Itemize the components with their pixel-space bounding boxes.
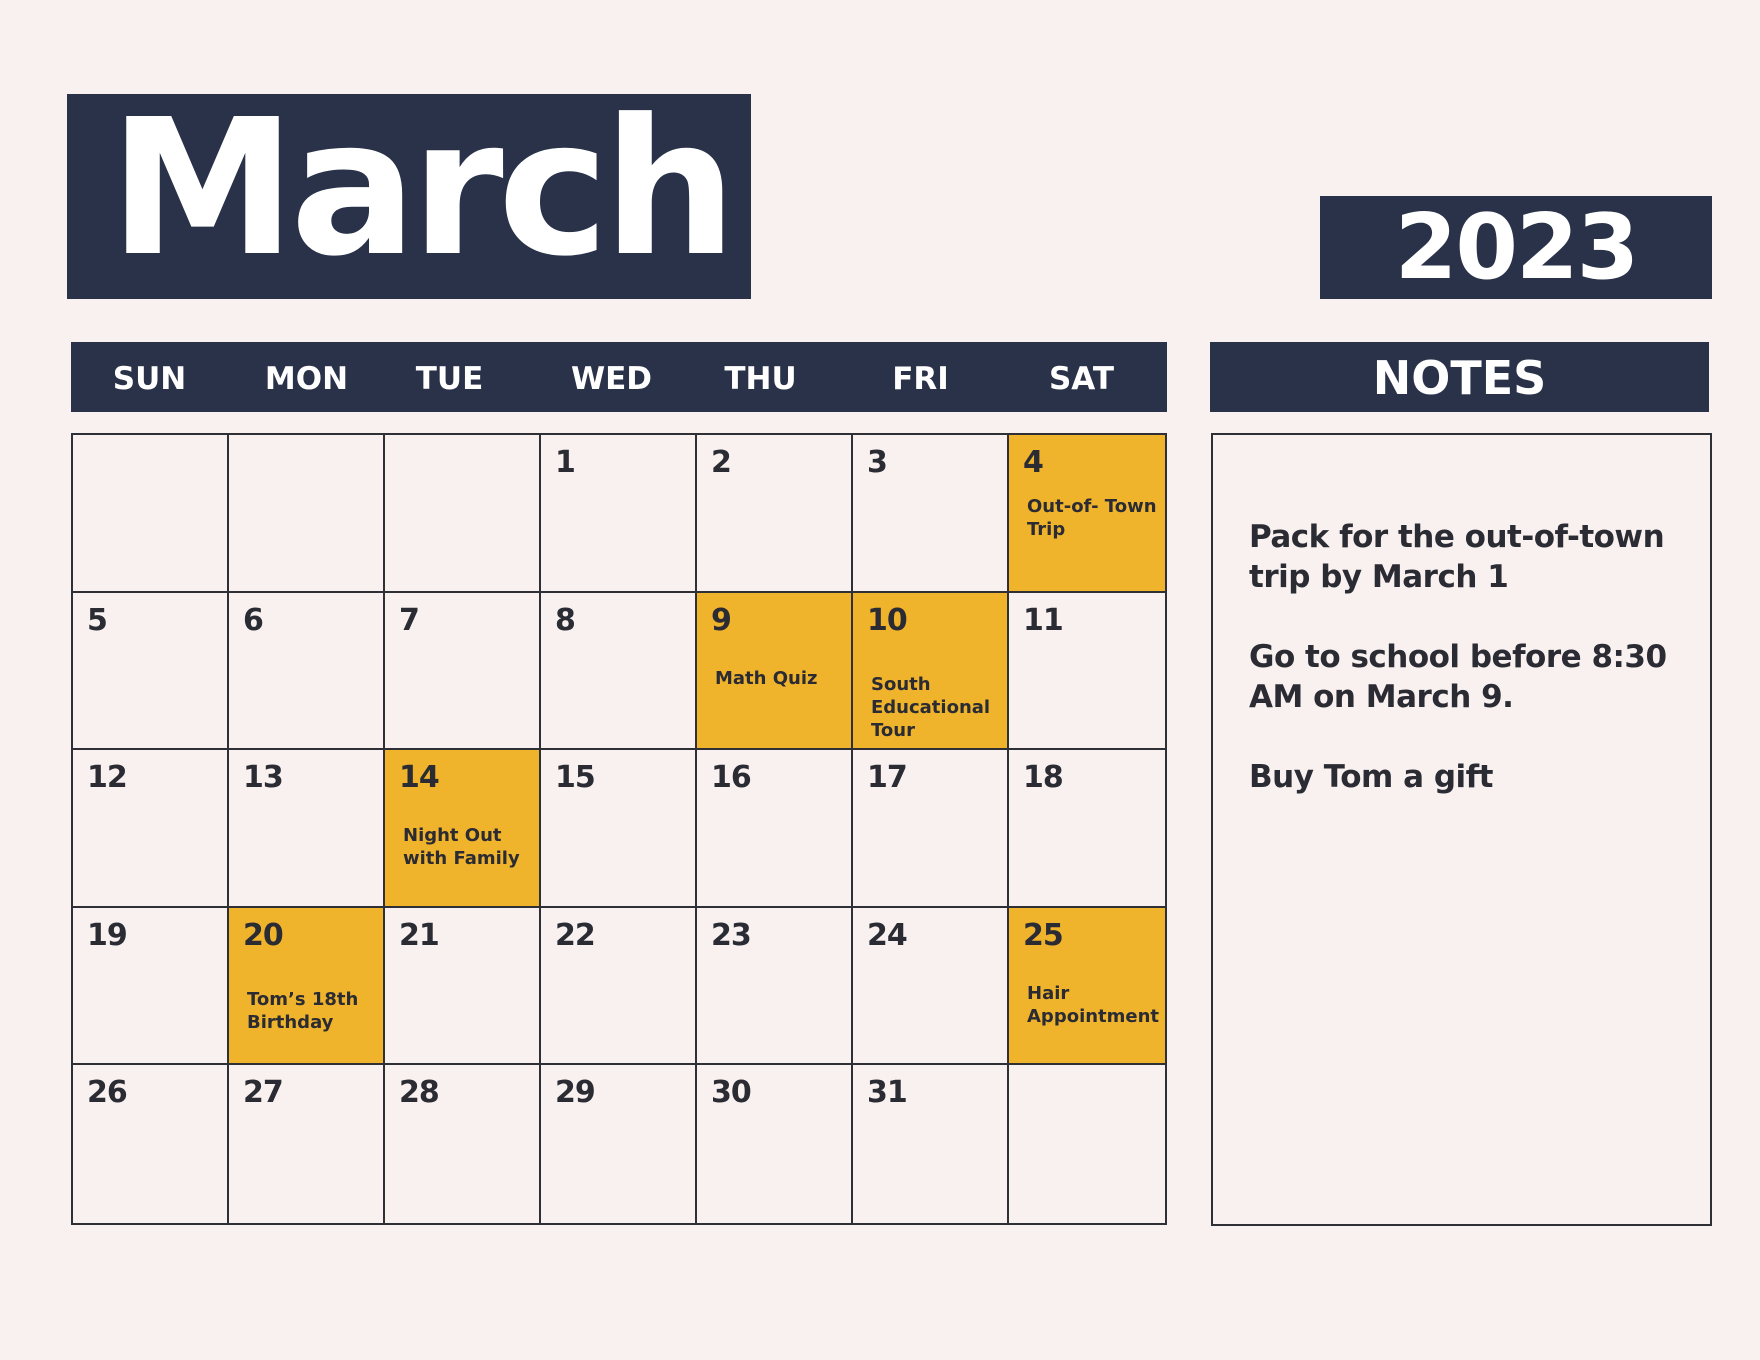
- day-cell-9[interactable]: 9 Math Quiz: [697, 592, 853, 751]
- day-number: 30: [711, 1075, 752, 1111]
- event-label: Math Quiz: [715, 667, 818, 689]
- day-cell-12[interactable]: 12: [73, 750, 229, 908]
- day-cell-23[interactable]: 23: [697, 907, 853, 1066]
- year-title: 2023: [1394, 195, 1639, 300]
- event-label: Tom’s 18th Birthday: [247, 988, 359, 1033]
- note-item: Buy Tom a gift: [1249, 759, 1493, 795]
- day-number: 21: [399, 917, 440, 953]
- day-number: 16: [711, 760, 752, 796]
- day-cell-3[interactable]: 3: [853, 435, 1009, 593]
- day-number: 18: [1023, 760, 1064, 796]
- empty-day-cell[interactable]: [385, 435, 541, 593]
- month-title-box: March: [67, 86, 751, 299]
- day-cell-20[interactable]: 20 Tom’s 18th Birthday: [229, 907, 385, 1066]
- day-cell-16[interactable]: 16: [697, 750, 853, 908]
- weekday-sun: SUN: [112, 361, 187, 397]
- notes-header: NOTES: [1210, 342, 1709, 412]
- day-cell-2[interactable]: 2: [697, 435, 853, 593]
- day-number: 6: [243, 602, 264, 638]
- day-number: 31: [867, 1075, 908, 1111]
- day-number: 14: [399, 760, 440, 796]
- weekday-thu: THU: [724, 361, 797, 397]
- day-cell-21[interactable]: 21: [385, 907, 541, 1066]
- day-number: 25: [1023, 917, 1064, 953]
- empty-day-cell[interactable]: [1009, 1065, 1165, 1223]
- notes-box: Pack for the out-of-town trip by March 1…: [1211, 433, 1712, 1226]
- day-cell-25[interactable]: 25 Hair Appointment: [1009, 907, 1165, 1066]
- day-number: 13: [243, 760, 284, 796]
- day-number: 8: [555, 602, 576, 638]
- event-label: Night Out with Family: [403, 825, 520, 870]
- day-cell-6[interactable]: 6: [229, 592, 385, 751]
- day-cell-4[interactable]: 4 Out-of- Town Trip: [1009, 435, 1165, 593]
- empty-day-cell[interactable]: [73, 435, 229, 593]
- day-cell-18[interactable]: 18: [1009, 750, 1165, 908]
- day-number: 26: [87, 1075, 128, 1111]
- day-cell-22[interactable]: 22: [541, 907, 697, 1066]
- weekday-wed: WED: [570, 361, 653, 397]
- day-number: 3: [867, 445, 888, 480]
- day-cell-29[interactable]: 29: [541, 1065, 697, 1223]
- day-cell-11[interactable]: 11: [1009, 593, 1165, 751]
- day-cell-10[interactable]: 10 South Educational Tour: [853, 592, 1009, 751]
- day-number: 15: [555, 760, 596, 796]
- weekday-header: SUN MON TUE WED THU FRI SAT: [71, 342, 1167, 412]
- year-title-box: 2023: [1320, 196, 1712, 299]
- day-number: 22: [555, 917, 596, 953]
- day-number: 24: [867, 917, 908, 953]
- day-cell-28[interactable]: 28: [385, 1065, 541, 1223]
- weekday-tue: TUE: [415, 361, 484, 397]
- day-cell-19[interactable]: 19: [73, 907, 229, 1066]
- day-cell-15[interactable]: 15: [541, 750, 697, 908]
- day-cell-24[interactable]: 24: [853, 907, 1009, 1066]
- day-number: 7: [399, 602, 420, 638]
- day-cell-31[interactable]: 31: [853, 1065, 1009, 1223]
- day-number: 29: [555, 1075, 596, 1111]
- day-number: 17: [867, 760, 908, 796]
- day-number: 28: [399, 1075, 440, 1111]
- day-number: 11: [1023, 602, 1064, 638]
- day-cell-27[interactable]: 27: [229, 1065, 385, 1223]
- day-number: 20: [243, 917, 284, 953]
- day-cell-17[interactable]: 17: [853, 750, 1009, 908]
- day-number: 27: [243, 1075, 284, 1111]
- day-cell-13[interactable]: 13: [229, 750, 385, 908]
- note-item: Go to school before 8:30 AM on March 9.: [1249, 639, 1667, 715]
- weekday-sat: SAT: [1048, 361, 1115, 397]
- day-number: 9: [711, 602, 732, 638]
- weekday-mon: MON: [264, 361, 349, 397]
- day-number: 5: [87, 602, 108, 638]
- notes-title: NOTES: [1372, 351, 1547, 405]
- event-label: South Educational Tour: [871, 673, 991, 741]
- note-item: Pack for the out-of-town trip by March 1: [1249, 519, 1665, 595]
- day-cell-14[interactable]: 14 Night Out with Family: [385, 750, 541, 908]
- day-number: 2: [711, 445, 732, 480]
- day-cell-8[interactable]: 8: [541, 592, 697, 751]
- day-cell-1[interactable]: 1: [541, 435, 697, 593]
- event-label: Out-of- Town Trip: [1027, 496, 1157, 540]
- day-cell-26[interactable]: 26: [73, 1065, 229, 1223]
- day-number: 23: [711, 917, 752, 953]
- day-number: 4: [1023, 445, 1044, 480]
- day-number: 10: [867, 602, 908, 638]
- event-label: Hair Appointment: [1027, 982, 1160, 1027]
- day-number: 19: [87, 917, 128, 953]
- day-number: 1: [555, 445, 576, 480]
- empty-day-cell[interactable]: [229, 435, 385, 593]
- calendar-grid: 1 2 3 4 Out-of- Town Trip 5 6 7 8 9 Math Quiz 10 Sou…: [71, 433, 1167, 1225]
- day-number: 12: [87, 760, 128, 796]
- day-cell-5[interactable]: 5: [73, 592, 229, 751]
- day-cell-7[interactable]: 7: [385, 592, 541, 751]
- weekday-fri: FRI: [892, 361, 949, 397]
- month-title: March: [109, 79, 737, 298]
- day-cell-30[interactable]: 30: [697, 1065, 853, 1223]
